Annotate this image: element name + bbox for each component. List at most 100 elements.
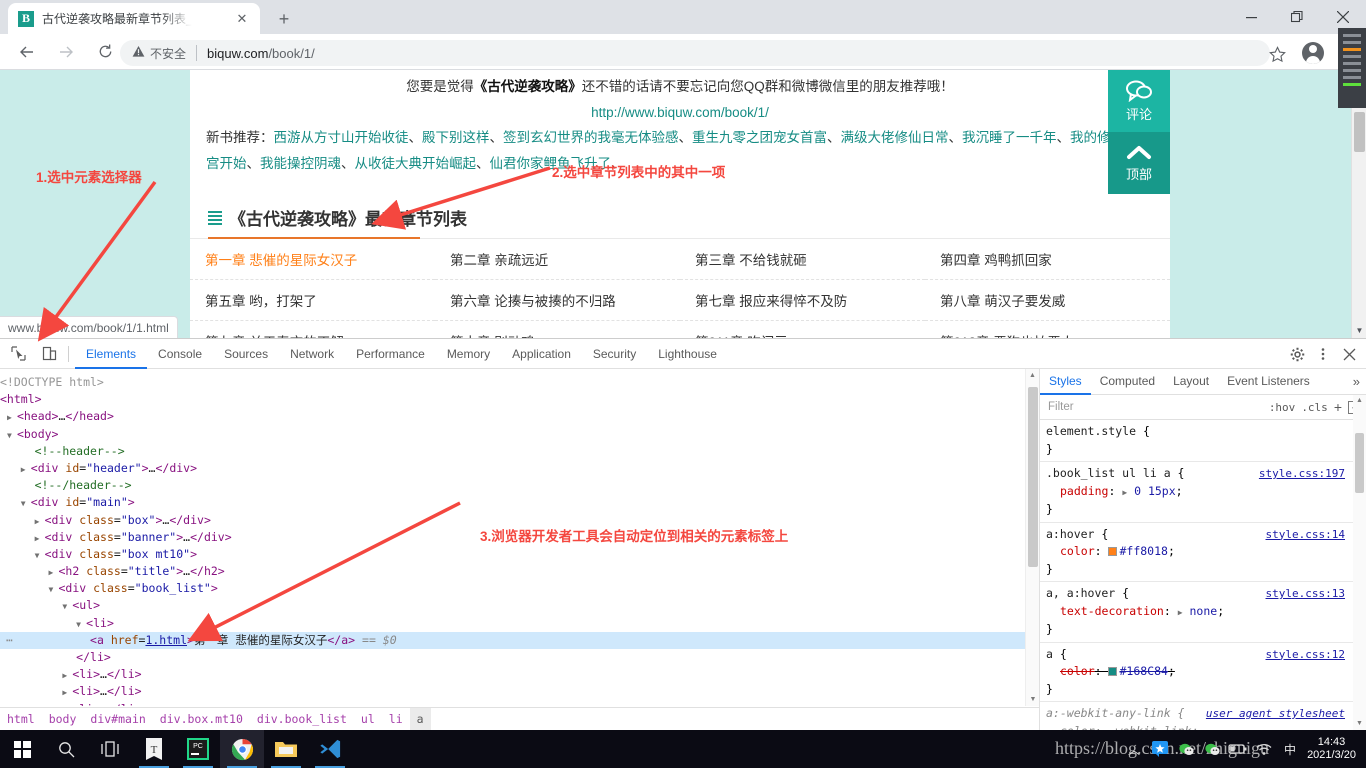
- style-rule[interactable]: element.style {}: [1040, 420, 1353, 462]
- breadcrumb-item[interactable]: div.book_list: [250, 708, 354, 731]
- recommend-link[interactable]: 殿下别这样: [422, 130, 490, 145]
- devtools-tab-application[interactable]: Application: [501, 339, 582, 369]
- chapter-link[interactable]: 第九章 关于寿衣的正解: [190, 321, 435, 338]
- chevron-up-icon[interactable]: ︿: [1121, 730, 1147, 768]
- breadcrumb-item[interactable]: div#main: [83, 708, 152, 731]
- style-declaration[interactable]: color: #168C84;: [1046, 663, 1353, 681]
- tab-close-icon[interactable]: ✕: [234, 11, 250, 27]
- notice-url-link[interactable]: http://www.biquw.com/book/1/: [591, 105, 769, 120]
- expand-dots[interactable]: ⋯: [6, 632, 14, 649]
- inspect-element-icon[interactable]: [5, 341, 31, 367]
- new-tab-button[interactable]: +: [272, 8, 296, 32]
- recommend-link[interactable]: 重生九零之团宠女首富: [692, 130, 827, 145]
- recommend-link[interactable]: 我能操控阴魂: [260, 156, 341, 171]
- browser-tab[interactable]: B 古代逆袭攻略最新章节列表_古代 ✕: [8, 3, 260, 34]
- devtools-tab-memory[interactable]: Memory: [436, 339, 501, 369]
- chapter-link[interactable]: 第012章 恶狗也怕恶人: [925, 321, 1170, 338]
- style-rule[interactable]: style.css:12a {color: #168C84;}: [1040, 643, 1353, 703]
- style-rule-source[interactable]: style.css:13: [1266, 585, 1345, 603]
- style-rule-source[interactable]: style.css:197: [1259, 465, 1345, 483]
- scroll-down-arrow[interactable]: ▼: [1026, 693, 1040, 706]
- dom-line-selected[interactable]: ⋯ <a href=1.html>第一章 悲催的星际女汉子</a> == $0: [0, 632, 1025, 649]
- styles-more-tabs[interactable]: »: [1353, 374, 1360, 389]
- devtools-tab-lighthouse[interactable]: Lighthouse: [647, 339, 728, 369]
- dom-line[interactable]: ▶<li>…</li>: [0, 701, 1025, 706]
- devtools-tab-elements[interactable]: Elements: [75, 339, 147, 369]
- taskbar-clock[interactable]: 14:43 2021/3/20: [1303, 736, 1366, 762]
- wechat-icon[interactable]: [1199, 730, 1225, 768]
- dom-line[interactable]: ▶<h2 class="title">…</h2>: [0, 563, 1025, 580]
- breadcrumb-item[interactable]: div.box.mt10: [153, 708, 250, 731]
- chapter-link[interactable]: 第十章 别动鸡: [435, 321, 680, 338]
- style-rule-source[interactable]: user agent stylesheet: [1206, 705, 1345, 723]
- close-icon[interactable]: [1338, 343, 1360, 365]
- styles-scrollbar[interactable]: ▲ ▼: [1353, 395, 1366, 730]
- style-rule-selector[interactable]: element.style {: [1046, 423, 1353, 441]
- devtools-tab-network[interactable]: Network: [279, 339, 345, 369]
- comment-button[interactable]: 评论: [1108, 70, 1170, 132]
- task-view-button[interactable]: [88, 730, 132, 768]
- styles-tab-computed[interactable]: Computed: [1091, 369, 1164, 395]
- chapter-link[interactable]: 第五章 哟，打架了: [190, 280, 435, 321]
- styles-filter-input[interactable]: Filter: [1044, 401, 1263, 413]
- typora-button[interactable]: T: [132, 730, 176, 768]
- chapter-link[interactable]: 第三章 不给钱就砸: [680, 239, 925, 280]
- devtools-tab-sources[interactable]: Sources: [213, 339, 279, 369]
- devtools-tab-performance[interactable]: Performance: [345, 339, 436, 369]
- gear-icon[interactable]: [1286, 343, 1308, 365]
- recommend-link[interactable]: 我沉睡了一千年: [962, 130, 1057, 145]
- chrome-button[interactable]: [220, 730, 264, 768]
- vscode-button[interactable]: [308, 730, 352, 768]
- styles-tab-layout[interactable]: Layout: [1164, 369, 1218, 395]
- color-swatch[interactable]: [1108, 547, 1117, 556]
- hov-toggle[interactable]: :hov: [1269, 401, 1296, 414]
- styles-tab-styles[interactable]: Styles: [1040, 369, 1091, 395]
- back-button[interactable]: [10, 35, 44, 69]
- chapter-link[interactable]: 第七章 报应来得悴不及防: [680, 280, 925, 321]
- chapter-link[interactable]: 第011章 吃闷亏: [680, 321, 925, 338]
- address-bar[interactable]: 不安全 biquw.com/book/1/: [120, 40, 1270, 66]
- style-rule[interactable]: style.css:14a:hover {color: #ff8018;}: [1040, 523, 1353, 583]
- style-declaration[interactable]: color: -webkit-link;: [1046, 723, 1353, 731]
- scrollbar-thumb[interactable]: [1028, 387, 1038, 567]
- scroll-up-arrow[interactable]: ▲: [1026, 369, 1039, 382]
- dom-line[interactable]: ▶<div id="header">…</div>: [0, 460, 1025, 477]
- breadcrumb-item[interactable]: li: [382, 708, 410, 731]
- scroll-down-arrow[interactable]: ▼: [1352, 323, 1366, 338]
- reload-button[interactable]: [88, 35, 122, 69]
- dom-line[interactable]: ▼<li>: [0, 615, 1025, 632]
- security-warning[interactable]: 不安全: [132, 45, 186, 62]
- style-rule[interactable]: style.css:13a, a:hover {text-decoration:…: [1040, 582, 1353, 643]
- profile-avatar[interactable]: [1302, 42, 1324, 64]
- devtools-tab-console[interactable]: Console: [147, 339, 213, 369]
- device-toolbar-icon[interactable]: [36, 341, 62, 367]
- recommend-link[interactable]: 满级大佬修仙日常: [841, 130, 949, 145]
- style-declaration[interactable]: padding: ▶ 0 15px;: [1046, 483, 1353, 502]
- dom-line[interactable]: ▼<div class="box mt10">: [0, 546, 1025, 563]
- style-rule[interactable]: user agent stylesheeta:-webkit-any-link …: [1040, 702, 1353, 730]
- pycharm-button[interactable]: PC: [176, 730, 220, 768]
- kebab-menu-icon[interactable]: [1312, 343, 1334, 365]
- dom-line[interactable]: </li>: [0, 649, 1025, 666]
- style-rule[interactable]: style.css:197.book_list ul li a {padding…: [1040, 462, 1353, 523]
- blue-message-icon[interactable]: [1147, 730, 1173, 768]
- forward-button[interactable]: [49, 35, 83, 69]
- search-button[interactable]: [44, 730, 88, 768]
- extension-overlay-strip[interactable]: [1338, 28, 1366, 108]
- back-to-top-button[interactable]: 顶部: [1108, 132, 1170, 194]
- dom-line[interactable]: ▶<li>…</li>: [0, 683, 1025, 700]
- minimize-button[interactable]: [1228, 0, 1274, 34]
- style-declaration[interactable]: color: #ff8018;: [1046, 543, 1353, 561]
- bookmark-star-icon[interactable]: [1269, 46, 1286, 67]
- breadcrumb-item[interactable]: a: [410, 708, 431, 731]
- dom-line[interactable]: ▼<div id="main">: [0, 494, 1025, 511]
- chapter-link[interactable]: 第六章 论揍与被揍的不归路: [435, 280, 680, 321]
- chapter-link[interactable]: 第二章 亲疏远近: [435, 239, 680, 280]
- battery-icon[interactable]: [1225, 730, 1251, 768]
- ime-icon[interactable]: 中: [1277, 730, 1303, 768]
- cls-toggle[interactable]: .cls: [1301, 401, 1328, 414]
- scroll-up-arrow[interactable]: ▲: [1353, 395, 1366, 407]
- color-swatch[interactable]: [1108, 667, 1117, 676]
- recommend-link[interactable]: 签到玄幻世界的我毫无体验感: [503, 130, 679, 145]
- start-button[interactable]: [0, 730, 44, 768]
